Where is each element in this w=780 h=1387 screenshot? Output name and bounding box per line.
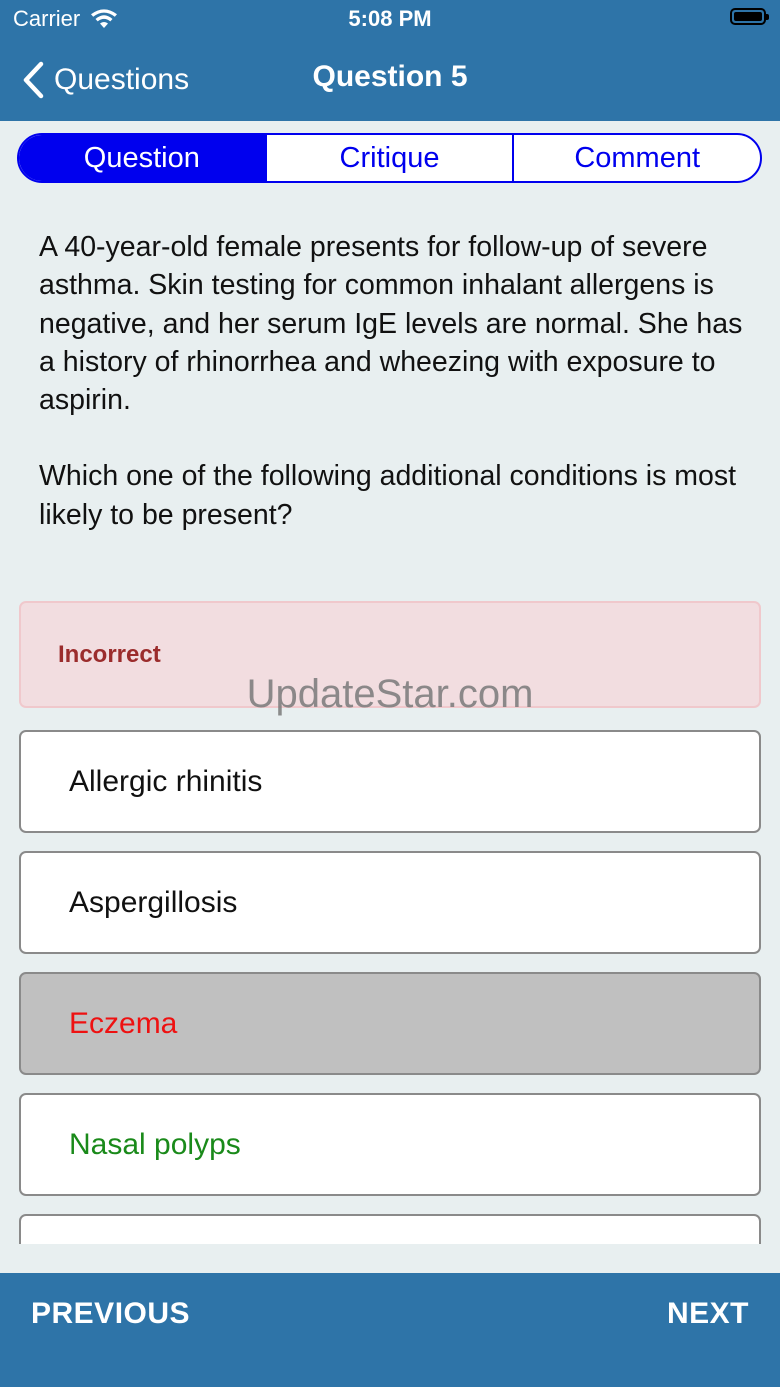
- answer-option-label: Allergic rhinitis: [69, 764, 263, 798]
- feedback-label: Incorrect: [58, 641, 161, 668]
- answer-option-correct[interactable]: Nasal polyps: [19, 1093, 761, 1196]
- answer-option[interactable]: Allergic rhinitis: [19, 730, 761, 833]
- question-text: A 40-year-old female presents for follow…: [39, 228, 749, 534]
- question-stem: A 40-year-old female presents for follow…: [39, 231, 743, 417]
- page-title: Question 5: [312, 60, 468, 93]
- tab-question[interactable]: Question: [19, 135, 265, 181]
- bottom-bar: PREVIOUS NEXT: [0, 1273, 780, 1387]
- tab-comment[interactable]: Comment: [512, 135, 760, 181]
- answer-option-label: Aspergillosis: [69, 885, 238, 919]
- feedback-banner: Incorrect: [19, 601, 761, 708]
- segmented-control: Question Critique Comment: [17, 133, 762, 183]
- top-bar: Carrier 5:08 PM Questions Question 5: [0, 0, 780, 121]
- answer-option[interactable]: Aspergillosis: [19, 851, 761, 954]
- question-prompt: Which one of the following additional co…: [39, 460, 737, 531]
- answer-option-label: Nasal polyps: [69, 1127, 241, 1161]
- next-button[interactable]: NEXT: [667, 1297, 749, 1331]
- answer-option-selected-incorrect[interactable]: Eczema: [19, 972, 761, 1075]
- battery-icon: [730, 8, 769, 25]
- previous-button[interactable]: PREVIOUS: [31, 1297, 190, 1331]
- answer-option-partial[interactable]: [19, 1214, 761, 1244]
- status-time: 5:08 PM: [348, 6, 432, 31]
- options-scroll-clip: [0, 1200, 780, 1244]
- answer-option-label: Eczema: [69, 1006, 178, 1040]
- tab-critique[interactable]: Critique: [264, 135, 513, 181]
